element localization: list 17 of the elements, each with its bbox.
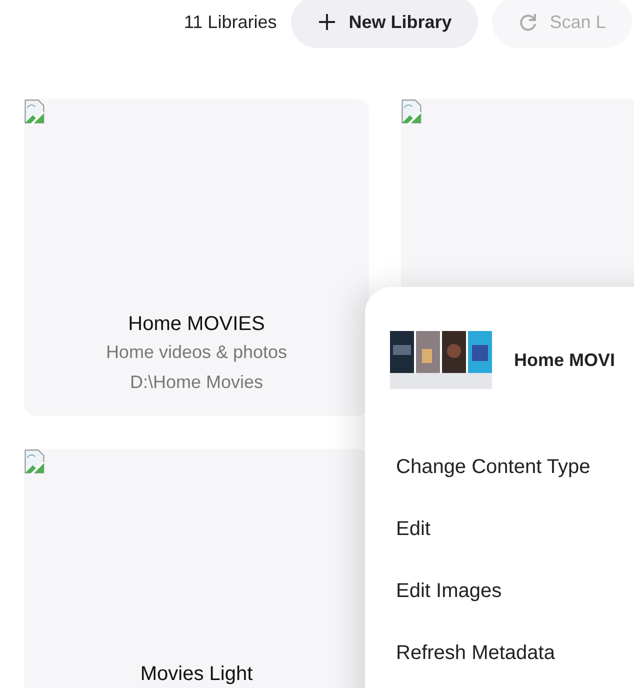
broken-image-icon [401,99,423,125]
library-description: Home videos & photos [106,341,288,364]
library-card[interactable]: Home MOVIES Home videos & photos D:\Home Movies [24,99,369,416]
menu-item[interactable]: Change Content Type [365,436,634,498]
menu-item[interactable]: Edit [365,498,634,560]
broken-image-icon [24,99,46,125]
menu-item[interactable]: Refresh Metadata [365,622,634,684]
menu-item[interactable]: Edit Images [365,560,634,622]
plus-icon [316,12,337,32]
library-title: Home MOVIES [128,312,265,337]
refresh-icon [518,12,538,32]
library-count: 11 Libraries [184,12,277,32]
library-path: D:\Home Movies [130,371,264,394]
library-title: Movies Light [140,662,253,687]
toolbar-button[interactable]: New Library [290,0,478,48]
broken-image-icon [24,449,46,475]
menu-title: Home MOVI [514,350,616,370]
